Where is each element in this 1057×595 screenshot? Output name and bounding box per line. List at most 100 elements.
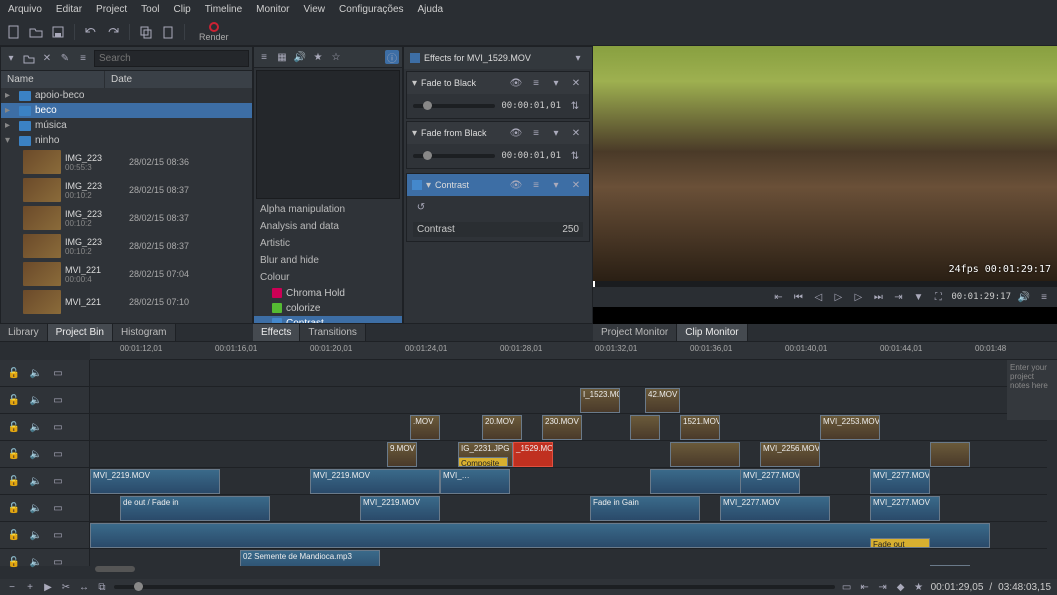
timeline-clip[interactable]: MVI_2219.MOV: [360, 496, 440, 521]
sb-play-icon[interactable]: ▶: [42, 581, 54, 593]
sb-snap-icon[interactable]: ⧉: [96, 581, 108, 593]
effect-header[interactable]: ▾ Contrast 👁 ≡ ▾ ✕: [407, 174, 589, 196]
redo-icon[interactable]: [105, 24, 121, 40]
timeline-clip[interactable]: MVI_2256.MOV: [760, 442, 820, 467]
track[interactable]: [90, 360, 1047, 387]
timeline-clip[interactable]: MVI_2253.MOV: [820, 415, 880, 440]
tab-library[interactable]: Library: [0, 324, 48, 341]
transition-clip[interactable]: Composite: [458, 457, 508, 467]
open-icon[interactable]: [28, 24, 44, 40]
bin-search-input[interactable]: [94, 50, 249, 67]
hide-icon[interactable]: ▭: [50, 527, 66, 543]
param-value[interactable]: 250: [551, 222, 583, 237]
mute-icon[interactable]: 🔈: [28, 392, 44, 408]
lock-icon[interactable]: 🔓: [6, 500, 22, 516]
volume-icon[interactable]: 🔊: [1017, 290, 1031, 304]
folder-item[interactable]: ▸música: [1, 118, 252, 133]
sb-track-plus-icon[interactable]: +: [24, 581, 36, 593]
mute-icon[interactable]: 🔈: [28, 419, 44, 435]
track[interactable]: .MOV20.MOV230.MOV1521.MOVMVI_2253.MOV: [90, 414, 1047, 441]
sb-favorite-icon[interactable]: ★: [913, 581, 925, 593]
view-list-icon[interactable]: ≡: [76, 52, 90, 66]
lock-icon[interactable]: 🔓: [6, 527, 22, 543]
hide-icon[interactable]: ▭: [50, 554, 66, 570]
bin-clip[interactable]: IMG_22300:55:328/02/15 08:36: [1, 148, 252, 176]
marker-icon[interactable]: ▼: [911, 290, 925, 304]
goto-start-icon[interactable]: ⇤: [771, 290, 785, 304]
fx-category[interactable]: Blur and hide: [254, 252, 402, 269]
timeline-clip[interactable]: 20.MOV: [482, 415, 522, 440]
timeline-clip[interactable]: [630, 415, 660, 440]
menu-config[interactable]: Configurações: [339, 4, 403, 15]
paste-icon[interactable]: [160, 24, 176, 40]
tab-project-monitor[interactable]: Project Monitor: [593, 324, 677, 341]
timeline-clip[interactable]: MVI_…: [440, 469, 510, 494]
hide-icon[interactable]: ▭: [50, 419, 66, 435]
play-icon[interactable]: ▷: [831, 290, 845, 304]
fx-info-icon[interactable]: ⓘ: [385, 50, 399, 64]
timeline-ruler[interactable]: 00:01:12,0100:01:16,0100:01:20,0100:01:2…: [90, 342, 1057, 360]
sb-cut-icon[interactable]: ✂: [60, 581, 72, 593]
timeline-clip[interactable]: MVI_2219.MOV: [90, 469, 220, 494]
hide-icon[interactable]: ▭: [50, 446, 66, 462]
eye-icon[interactable]: 👁: [508, 125, 524, 141]
bin-tree[interactable]: ▸apoio-beco ▸beco ▸música ▾ninho IMG_223…: [1, 88, 252, 323]
effects-list[interactable]: Alpha manipulation Analysis and data Art…: [254, 201, 402, 324]
track-header[interactable]: 🔓 🔈 ▭: [0, 441, 89, 468]
effect-item[interactable]: Chroma Hold: [254, 286, 402, 301]
menu-monitor[interactable]: Monitor: [256, 4, 289, 15]
tab-effects[interactable]: Effects: [253, 324, 300, 341]
timeline-clip[interactable]: 9.MOV: [387, 442, 417, 467]
menu-view[interactable]: View: [304, 4, 326, 15]
mute-icon[interactable]: 🔈: [28, 554, 44, 570]
stepper-icon[interactable]: ⇅: [567, 148, 583, 164]
tab-histogram[interactable]: Histogram: [113, 324, 176, 341]
monitor-playhead[interactable]: [593, 281, 595, 287]
add-clip-icon[interactable]: ▾: [4, 52, 18, 66]
fx-main-icon[interactable]: ≡: [257, 50, 271, 64]
bin-clip[interactable]: IMG_22300:10:228/02/15 08:37: [1, 232, 252, 260]
edit-clip-icon[interactable]: ✎: [58, 52, 72, 66]
timeline-clip[interactable]: .MOV: [410, 415, 440, 440]
fx-category[interactable]: Alpha manipulation: [254, 201, 402, 218]
timeline-clip[interactable]: MVI_2277.MOV: [870, 496, 940, 521]
menu-clip[interactable]: Clip: [174, 4, 191, 15]
effect-header[interactable]: ▾Fade from Black👁≡▾✕: [407, 122, 589, 144]
eye-icon[interactable]: 👁: [508, 75, 524, 91]
hide-icon[interactable]: ▭: [50, 473, 66, 489]
mute-icon[interactable]: 🔈: [28, 365, 44, 381]
sb-spacer-icon[interactable]: ↔: [78, 581, 90, 593]
track[interactable]: I_1523.MOV42.MOV: [90, 387, 1047, 414]
effect-item[interactable]: colorize: [254, 301, 402, 316]
timeline-clip[interactable]: [930, 442, 970, 467]
track[interactable]: de out / Fade inMVI_2219.MOVFade in Gain…: [90, 495, 1047, 522]
timeline-clip[interactable]: 02 Semente de Mandioca.mp3: [240, 550, 380, 566]
timeline-clip[interactable]: _1529.MOV: [513, 442, 553, 467]
sb-track-minus-icon[interactable]: −: [6, 581, 18, 593]
close-icon[interactable]: ✕: [568, 125, 584, 141]
track-header[interactable]: 🔓🔈▭: [0, 360, 89, 387]
mute-icon[interactable]: 🔈: [28, 446, 44, 462]
monitor-tc[interactable]: 00:01:29:17: [951, 292, 1011, 302]
timeline-clip[interactable]: Gain: [930, 565, 970, 566]
mute-icon[interactable]: 🔈: [28, 473, 44, 489]
menu-ajuda[interactable]: Ajuda: [418, 4, 444, 15]
fx-video-icon[interactable]: ▦: [275, 50, 289, 64]
frame-back-icon[interactable]: ◁: [811, 290, 825, 304]
bin-clip[interactable]: IMG_22300:10:228/02/15 08:37: [1, 204, 252, 232]
track-header[interactable]: 🔓🔈▭: [0, 495, 89, 522]
close-icon[interactable]: ✕: [568, 177, 584, 193]
sb-fit-icon[interactable]: ▭: [841, 581, 853, 593]
col-date[interactable]: Date: [105, 71, 252, 88]
fx-category[interactable]: Analysis and data: [254, 218, 402, 235]
effect-tc[interactable]: 00:00:01,01: [501, 101, 561, 111]
zoom-icon[interactable]: ⛶: [931, 290, 945, 304]
folder-item[interactable]: ▸apoio-beco: [1, 88, 252, 103]
track[interactable]: MVI_2219.MOVMVI_2219.MOVMVI_…MVI_2277.MO…: [90, 468, 1047, 495]
add-folder-icon[interactable]: [22, 52, 36, 66]
mute-icon[interactable]: 🔈: [28, 500, 44, 516]
save-icon[interactable]: [50, 24, 66, 40]
effect-item[interactable]: Contrast: [254, 316, 402, 324]
lock-icon[interactable]: 🔓: [6, 446, 22, 462]
timeline-clip[interactable]: MVI_2277.MOV: [870, 469, 930, 494]
